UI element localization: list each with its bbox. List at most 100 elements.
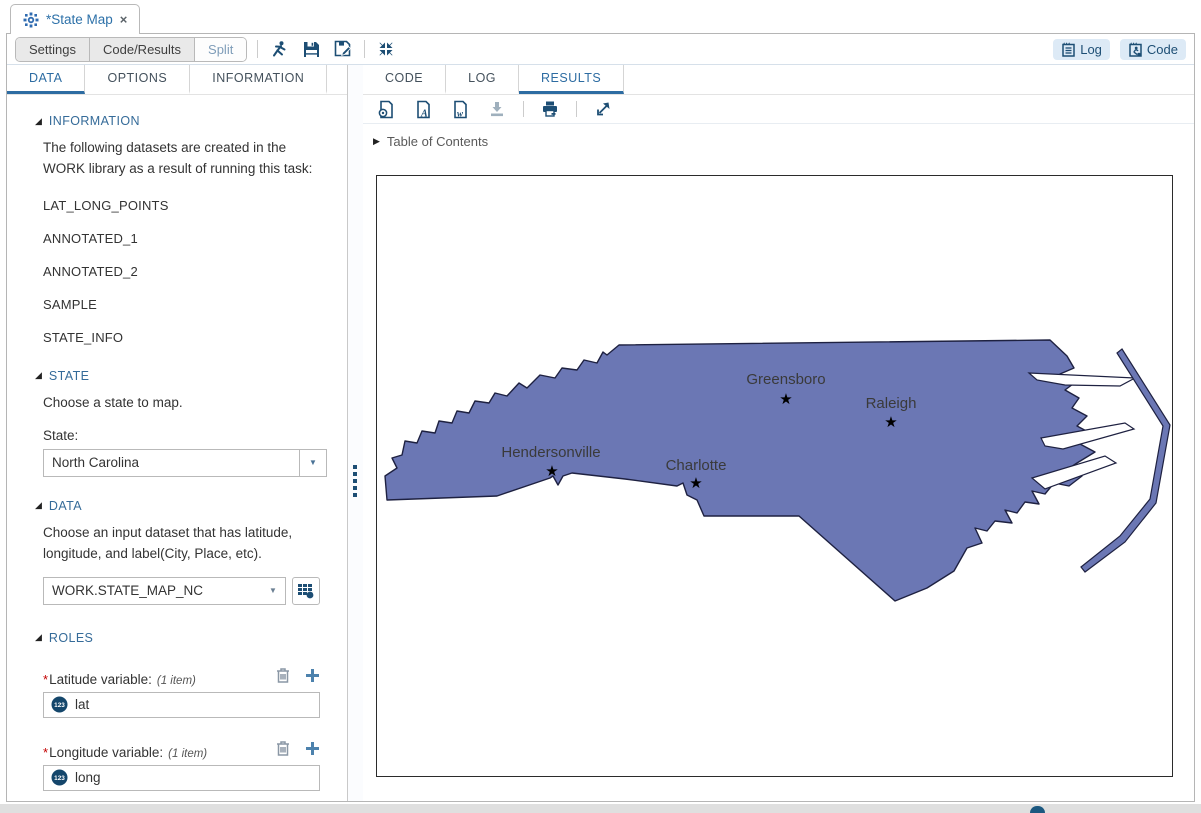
print-icon[interactable] — [539, 99, 561, 119]
tab-code[interactable]: CODE — [363, 65, 446, 94]
table-of-contents-label: Table of Contents — [387, 134, 488, 149]
numeric-variable-icon: 123 — [51, 696, 68, 713]
table-grid-icon — [297, 582, 315, 600]
view-toggle-group: Settings Code/Results Split — [15, 37, 247, 62]
delete-icon[interactable] — [275, 740, 291, 757]
delete-icon[interactable] — [275, 667, 291, 684]
results-panel-tabs: CODE LOG RESULTS — [363, 65, 1194, 95]
state-description: Choose a state to map. — [43, 393, 331, 414]
dataset-select-value: WORK.STATE_MAP_NC — [44, 583, 261, 598]
document-tab-title: *State Map — [46, 12, 113, 27]
open-in-new-window-icon[interactable] — [592, 99, 614, 119]
table-of-contents-toggle[interactable]: ▶ Table of Contents — [363, 124, 1194, 149]
open-table-button[interactable] — [292, 577, 320, 605]
tab-data[interactable]: DATA — [7, 65, 85, 94]
dataset-name: LAT_LONG_POINTS — [43, 198, 333, 213]
city-star-marker: ★ — [779, 390, 792, 408]
code-button-label: Code — [1147, 42, 1178, 57]
code-button[interactable]: Code — [1120, 39, 1186, 60]
roles-section-title: ROLES — [49, 631, 93, 645]
state-map-graph: Greensboro ★ Raleigh ★ Hendersonville ★ … — [376, 175, 1173, 777]
toolbar-separator — [523, 101, 524, 117]
state-select-value: North Carolina — [44, 455, 299, 470]
log-button[interactable]: Log — [1053, 39, 1110, 60]
close-tab-icon[interactable]: × — [120, 12, 128, 27]
dataset-select[interactable]: WORK.STATE_MAP_NC ▼ — [43, 577, 286, 605]
results-body: Greensboro ★ Raleigh ★ Hendersonville ★ … — [363, 149, 1194, 801]
chevron-down-icon[interactable]: ▼ — [299, 450, 326, 476]
state-select[interactable]: North Carolina ▼ — [43, 449, 327, 477]
code-results-view-button[interactable]: Code/Results — [90, 38, 195, 61]
toolbar-separator — [576, 101, 577, 117]
latitude-role-count: (1 item) — [157, 675, 196, 687]
tab-results[interactable]: RESULTS — [519, 65, 624, 94]
document-tab-state-map[interactable]: *State Map × — [10, 4, 140, 34]
add-icon[interactable] — [305, 668, 320, 683]
collapsed-arrow-icon: ▶ — [373, 136, 380, 147]
main-split: DATA OPTIONS INFORMATION ◢ INFORMATION T… — [7, 65, 1194, 801]
settings-panel: DATA OPTIONS INFORMATION ◢ INFORMATION T… — [7, 65, 348, 801]
save-icon[interactable] — [300, 39, 322, 59]
data-section-header[interactable]: ◢ DATA — [35, 499, 333, 513]
roles-section-header[interactable]: ◢ ROLES — [35, 631, 333, 645]
longitude-variable-item[interactable]: 123 long — [43, 765, 320, 791]
city-label: Hendersonville — [501, 444, 600, 461]
state-section-title: STATE — [49, 369, 89, 383]
results-toolbar: A w — [363, 95, 1194, 124]
tab-log[interactable]: LOG — [446, 65, 519, 94]
svg-text:123: 123 — [54, 702, 65, 709]
collapse-triangle-icon: ◢ — [35, 117, 42, 126]
panel-splitter — [348, 65, 363, 801]
bottom-notification-dot — [1030, 806, 1045, 813]
sas-studio-task-page: *State Map × Settings Code/Results Split — [0, 0, 1201, 813]
download-word-icon[interactable]: w — [449, 99, 471, 119]
download-pdf-icon[interactable]: A — [412, 99, 434, 119]
download-html-icon[interactable] — [375, 99, 397, 119]
svg-text:123: 123 — [54, 775, 65, 782]
information-section-header[interactable]: ◢ INFORMATION — [35, 114, 333, 128]
task-gear-icon — [23, 12, 39, 28]
collapse-triangle-icon: ◢ — [35, 371, 42, 380]
settings-view-button[interactable]: Settings — [16, 38, 90, 61]
collapse-triangle-icon: ◢ — [35, 501, 42, 510]
tab-information[interactable]: INFORMATION — [190, 65, 327, 94]
city-star-marker: ★ — [689, 474, 702, 492]
dataset-name: ANNOTATED_1 — [43, 231, 333, 246]
city-label: Greensboro — [746, 371, 825, 388]
information-description: The following datasets are created in th… — [43, 138, 331, 180]
state-polygon — [385, 340, 1095, 601]
toolbar-separator — [364, 40, 365, 58]
split-view-button[interactable]: Split — [195, 38, 246, 61]
run-icon[interactable] — [268, 39, 290, 59]
collapse-panes-icon[interactable] — [375, 39, 397, 59]
log-button-label: Log — [1080, 42, 1102, 57]
required-asterisk: * — [43, 672, 48, 687]
chevron-down-icon[interactable]: ▼ — [261, 586, 285, 595]
splitter-drag-handle[interactable] — [353, 465, 357, 497]
collapse-triangle-icon: ◢ — [35, 633, 42, 642]
add-icon[interactable] — [305, 741, 320, 756]
longitude-variable-value: long — [75, 770, 101, 785]
code-icon — [1128, 42, 1143, 57]
latitude-role-field: * Latitude variable: (1 item) — [43, 667, 320, 718]
results-panel: CODE LOG RESULTS — [363, 65, 1194, 801]
dataset-name: ANNOTATED_2 — [43, 264, 333, 279]
dataset-name: STATE_INFO — [43, 330, 333, 345]
settings-panel-content: ◢ INFORMATION The following datasets are… — [7, 95, 347, 801]
longitude-role-label: Longitude variable: — [49, 745, 163, 760]
task-window: Settings Code/Results Split — [6, 33, 1195, 802]
state-section-header[interactable]: ◢ STATE — [35, 369, 333, 383]
state-field-label: State: — [43, 428, 333, 443]
download-icon[interactable] — [486, 99, 508, 119]
latitude-variable-value: lat — [75, 697, 89, 712]
save-as-icon[interactable] — [332, 39, 354, 59]
required-asterisk: * — [43, 745, 48, 760]
toolbar-separator — [257, 40, 258, 58]
city-star-marker: ★ — [545, 462, 558, 480]
information-section-title: INFORMATION — [49, 114, 140, 128]
tab-options[interactable]: OPTIONS — [85, 65, 190, 94]
latitude-variable-item[interactable]: 123 lat — [43, 692, 320, 718]
task-toolbar: Settings Code/Results Split — [7, 34, 1194, 65]
settings-panel-tabs: DATA OPTIONS INFORMATION — [7, 65, 347, 95]
data-description: Choose an input dataset that has latitud… — [43, 523, 331, 565]
